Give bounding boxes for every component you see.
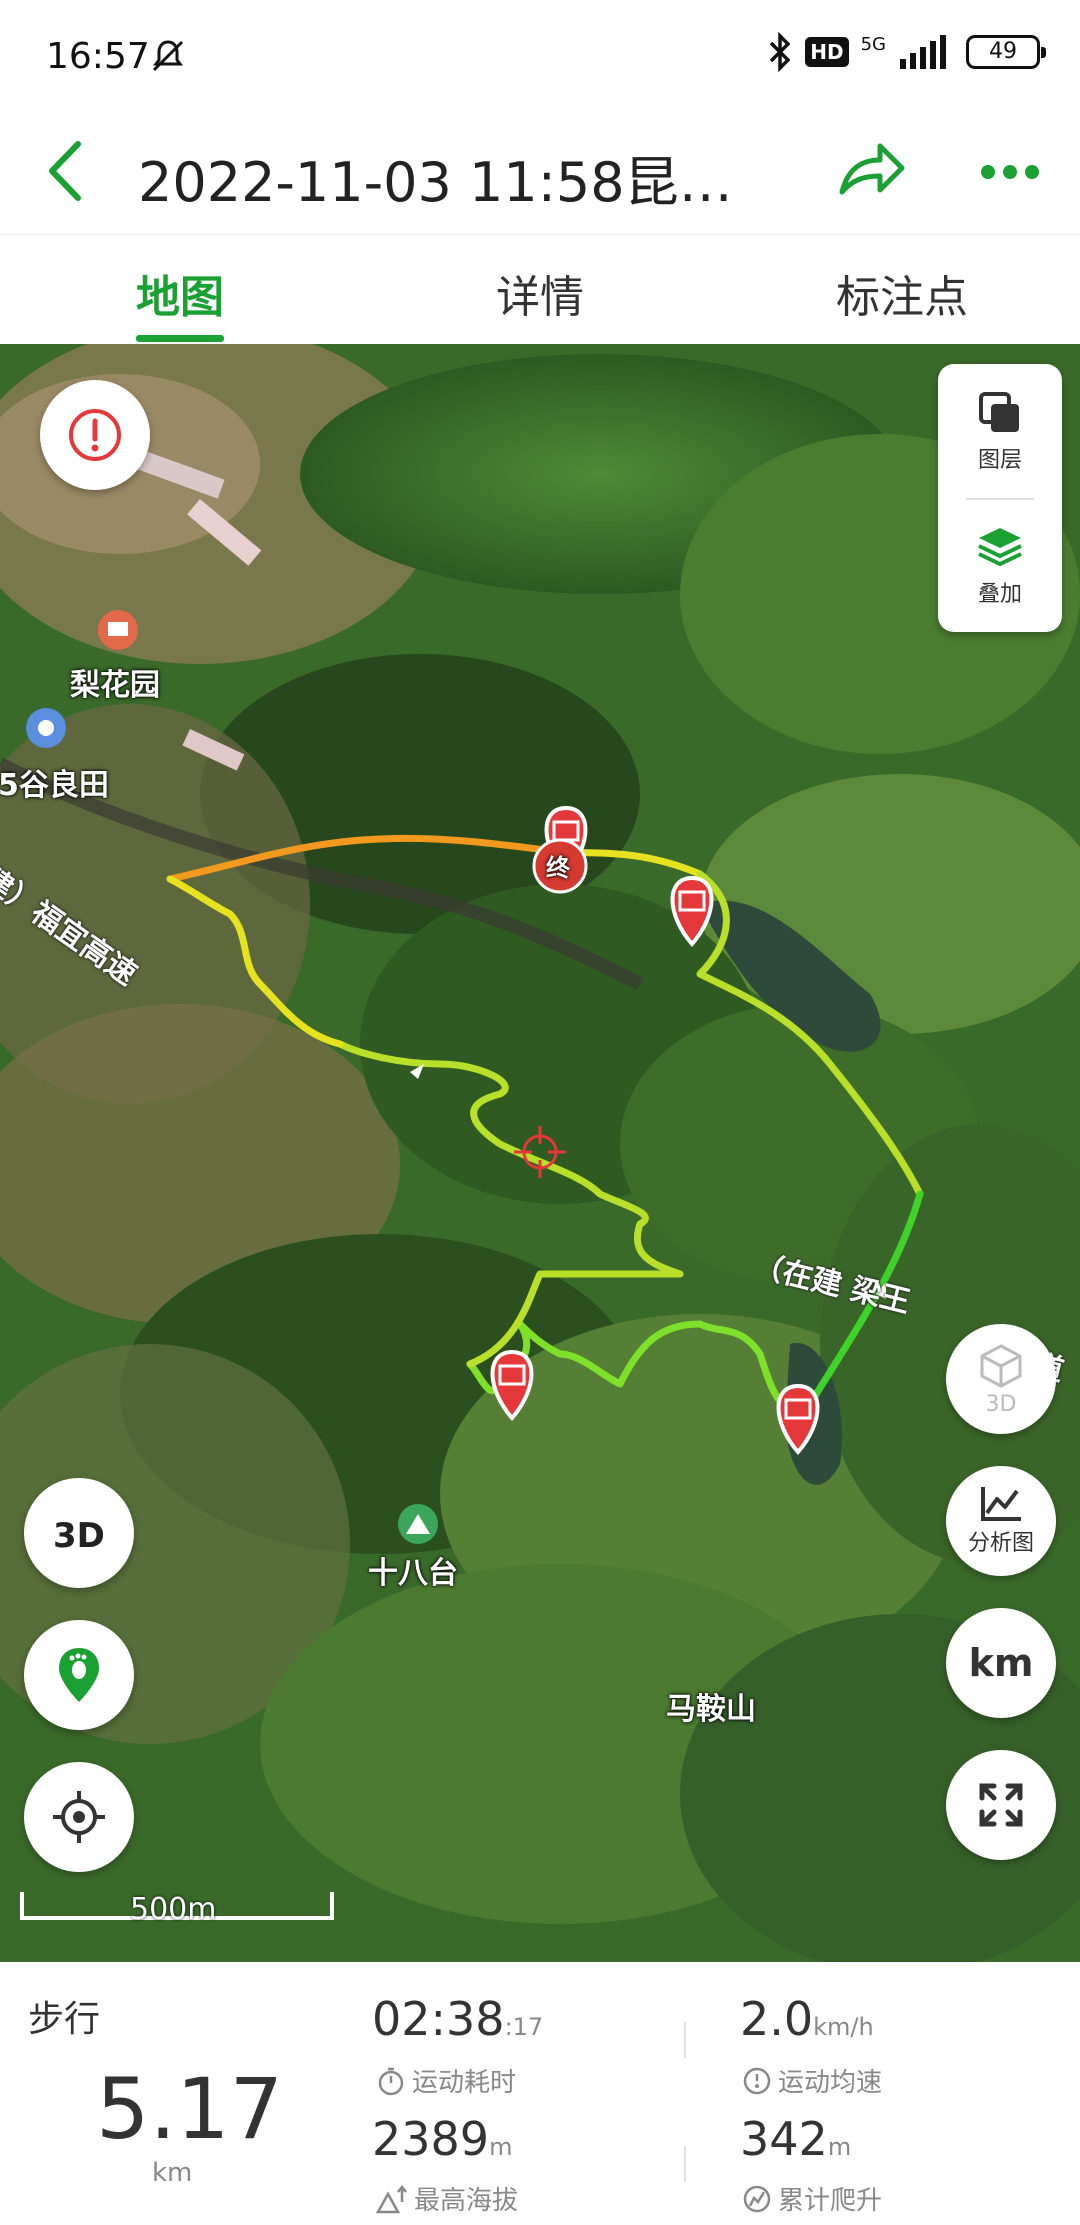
tab-map[interactable]: 地图 [136,261,224,325]
end-marker-label[interactable]: 终 [546,848,570,883]
stopwatch-icon [378,2067,404,2095]
overlay-stack-icon [978,528,1022,567]
speed-icon [743,2067,771,2094]
status-icons: HD 5G 49 [767,32,1046,72]
climb-icon [743,2185,771,2212]
svg-text:3D: 3D [53,1516,105,1555]
poi-eighteen-terrace[interactable]: 十八台 [368,1548,458,1592]
total-distance: 5.17 [96,2060,284,2158]
alert-icon [69,409,121,461]
layer-panel: 图层 叠加 [938,364,1062,632]
network-type: 5G [860,33,886,55]
bell-muted-icon [152,40,184,72]
analysis-chart-label: 分析图 [967,1531,1034,1556]
layer-panel-divider [966,498,1034,500]
tab-details[interactable]: 详情 [496,261,584,325]
stat-divider [684,2022,686,2058]
analysis-chart-button[interactable]: 分析图 [946,1466,1056,1576]
more-icon[interactable] [978,152,1042,192]
altitude-icon [376,2184,407,2213]
overlay-button[interactable]: 叠加 [938,504,1062,628]
max-altitude-label: 最高海拔 [376,2180,518,2217]
signal-icon [900,35,946,69]
total-climb-value: 342m [740,2112,852,2166]
locate-icon [53,1791,105,1843]
layers-label: 图层 [977,448,1022,473]
unit-label: km [968,1641,1034,1685]
scale-label: 500m [130,1892,217,1927]
cube-icon [980,1343,1022,1388]
map-view[interactable]: 梨花园 5谷良田 建）福宜高速 （在建 梁王 道 十八台 马鞍山 终 图层 [0,344,1080,1962]
layers-button[interactable]: 图层 [938,370,1062,494]
footprint-button[interactable] [24,1620,134,1730]
3d-icon: 3D [53,1516,105,1555]
tab-active-indicator [136,335,224,342]
max-altitude-value: 2389m [372,2112,513,2166]
duration-label: 运动耗时 [376,2062,516,2099]
page-title: 2022-11-03 11:58昆明呈… [138,151,778,214]
tab-markers[interactable]: 标注点 [836,261,968,325]
chart-icon [981,1487,1021,1521]
footprint-pin-icon [59,1648,99,1702]
unit-toggle-button[interactable]: km [946,1608,1056,1718]
stats-panel: 步行 5.17 km 02:38:17 运动耗时 2.0km/h 运动均速 23… [0,1962,1080,2225]
layers-icon [979,392,1019,432]
stat-divider [684,2146,686,2182]
app-header: 2022-11-03 11:58昆明呈… [0,112,1080,234]
3d-terrain-label: 3D [985,1391,1017,1417]
avg-speed-value: 2.0km/h [740,1992,874,2046]
satellite-map [0,344,1080,1962]
hd-badge: HD [805,37,849,67]
fullscreen-icon [979,1783,1023,1827]
poi-pear-garden[interactable]: 梨花园 [70,660,160,704]
warning-button[interactable] [40,380,150,490]
3d-terrain-button[interactable]: 3D [946,1324,1056,1434]
poi-saddle-mountain[interactable]: 马鞍山 [666,1684,756,1728]
locate-button[interactable] [24,1762,134,1872]
3d-view-button[interactable]: 3D [24,1478,134,1588]
distance-unit: km [152,2158,193,2188]
poi-good-field[interactable]: 5谷良田 [0,760,109,804]
back-arrow-icon[interactable] [40,136,100,206]
duration-value: 02:38:17 [372,1992,544,2046]
tab-bar: 地图 详情 标注点 [0,234,1080,344]
battery-icon: 49 [966,35,1046,69]
status-time: 16:57 [46,36,150,77]
bluetooth-icon [770,32,791,72]
share-icon[interactable] [834,134,908,208]
activity-mode: 步行 [28,1999,101,2040]
total-climb-label: 累计爬升 [742,2180,882,2217]
status-bar: 16:57 HD 5G 49 [0,0,1080,112]
overlay-label: 叠加 [977,582,1022,607]
fullscreen-button[interactable] [946,1750,1056,1860]
avg-speed-label: 运动均速 [742,2062,882,2099]
